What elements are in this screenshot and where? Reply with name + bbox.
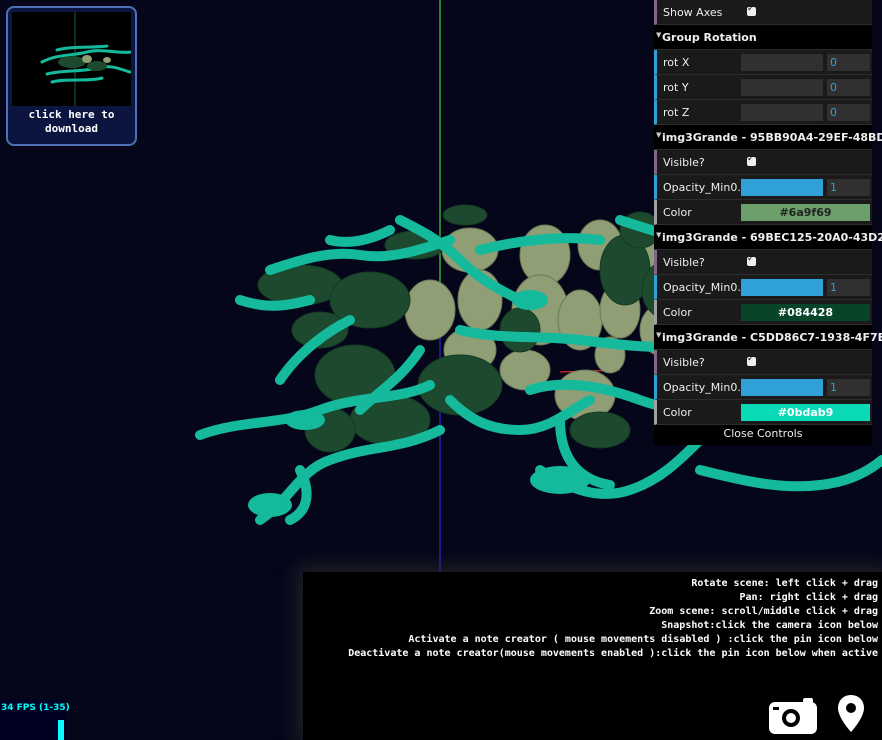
- opacity-label: Opacity_Min0.4: [663, 381, 748, 394]
- layer-2-opacity-slider[interactable]: [741, 279, 823, 296]
- download-thumbnail-button[interactable]: click here to download: [6, 6, 137, 146]
- rot-x-slider[interactable]: [741, 54, 823, 71]
- layer-title: img3Grande - 95BB90A4-29EF-48BD-: [662, 131, 882, 144]
- layer-1-visible-checkbox[interactable]: [747, 154, 756, 166]
- layer-3-visible-row[interactable]: Visible?: [654, 350, 872, 375]
- close-controls-button[interactable]: Close Controls: [654, 425, 872, 445]
- layer-3-color-row: Color #0bdab9: [654, 400, 872, 425]
- color-label: Color: [663, 206, 692, 219]
- rot-z-slider[interactable]: [741, 104, 823, 121]
- layer-1-opacity-input[interactable]: 1: [827, 179, 870, 196]
- layer-2-color-row: Color #084428: [654, 300, 872, 325]
- help-line: Pan: right click + drag: [739, 592, 878, 603]
- show-axes-checkbox[interactable]: [747, 4, 756, 16]
- help-line: Snapshot:click the camera icon below: [661, 620, 878, 631]
- layer-1-opacity-row: Opacity_Min0.4 1: [654, 175, 872, 200]
- rot-y-label: rot Y: [663, 81, 689, 94]
- visible-label: Visible?: [663, 156, 705, 169]
- folder-group-rotation[interactable]: ▼ Group Rotation: [654, 25, 872, 50]
- controls-panel: Show Axes ▼ Group Rotation rot X 0 rot Y…: [654, 0, 882, 445]
- layer-2-opacity-row: Opacity_Min0.4 1: [654, 275, 872, 300]
- fps-label: 34 FPS (1-35): [1, 703, 70, 713]
- rot-z-label: rot Z: [663, 106, 690, 119]
- layer-title: img3Grande - 69BEC125-20A0-43D2-: [662, 231, 882, 244]
- visible-label: Visible?: [663, 256, 705, 269]
- rot-y-row: rot Y 0: [654, 75, 872, 100]
- layer-2-opacity-input[interactable]: 1: [827, 279, 870, 296]
- triangle-down-icon: ▼: [656, 131, 662, 139]
- fps-graph: [2, 715, 66, 740]
- layer-3-opacity-slider[interactable]: [741, 379, 823, 396]
- layer-2-visible-row[interactable]: Visible?: [654, 250, 872, 275]
- help-line: Activate a note creator ( mouse movement…: [408, 634, 878, 645]
- layer-1-color-swatch[interactable]: #6a9f69: [741, 204, 870, 221]
- show-axes-label: Show Axes: [663, 6, 723, 19]
- layer-1-opacity-slider[interactable]: [741, 179, 823, 196]
- rot-x-row: rot X 0: [654, 50, 872, 75]
- layer-title: img3Grande - C5DD86C7-1938-4F7E-: [662, 331, 882, 344]
- rot-x-label: rot X: [663, 56, 690, 69]
- rot-y-input[interactable]: 0: [827, 79, 870, 96]
- help-line: Deactivate a note creator(mouse movement…: [348, 648, 878, 659]
- layer-2-color-swatch[interactable]: #084428: [741, 304, 870, 321]
- folder-layer-1[interactable]: ▼ img3Grande - 95BB90A4-29EF-48BD-: [654, 125, 882, 150]
- triangle-down-icon: ▼: [656, 331, 662, 339]
- layer-3-visible-checkbox[interactable]: [747, 354, 756, 366]
- rot-y-slider[interactable]: [741, 79, 823, 96]
- slider-fill: [741, 279, 823, 296]
- color-label: Color: [663, 406, 692, 419]
- opacity-label: Opacity_Min0.4: [663, 181, 748, 194]
- help-overlay: Rotate scene: left click + drag Pan: rig…: [303, 572, 882, 740]
- triangle-down-icon: ▼: [656, 31, 662, 39]
- opacity-label: Opacity_Min0.4: [663, 281, 748, 294]
- show-axes-row[interactable]: Show Axes: [654, 0, 872, 25]
- layer-2-visible-checkbox[interactable]: [747, 254, 756, 266]
- folder-layer-3[interactable]: ▼ img3Grande - C5DD86C7-1938-4F7E-: [654, 325, 882, 350]
- color-label: Color: [663, 306, 692, 319]
- visible-label: Visible?: [663, 356, 705, 369]
- slider-fill: [741, 179, 823, 196]
- layer-3-color-swatch[interactable]: #0bdab9: [741, 404, 870, 421]
- slider-fill: [741, 379, 823, 396]
- rot-z-row: rot Z 0: [654, 100, 872, 125]
- layer-3-opacity-input[interactable]: 1: [827, 379, 870, 396]
- folder-title: Group Rotation: [662, 31, 757, 44]
- layer-1-visible-row[interactable]: Visible?: [654, 150, 872, 175]
- scene-thumbnail-image: [12, 12, 131, 106]
- folder-layer-2[interactable]: ▼ img3Grande - 69BEC125-20A0-43D2-: [654, 225, 882, 250]
- triangle-down-icon: ▼: [656, 231, 662, 239]
- layer-3-opacity-row: Opacity_Min0.4 1: [654, 375, 872, 400]
- fps-meter[interactable]: 34 FPS (1-35): [0, 700, 70, 740]
- download-label: click here to download: [28, 108, 115, 135]
- rot-x-input[interactable]: 0: [827, 54, 870, 71]
- help-line: Rotate scene: left click + drag: [691, 578, 878, 589]
- camera-icon[interactable]: [769, 698, 817, 734]
- help-line: Zoom scene: scroll/middle click + drag: [649, 606, 878, 617]
- layer-1-color-row: Color #6a9f69: [654, 200, 872, 225]
- fps-graph-bar: [58, 720, 64, 740]
- rot-z-input[interactable]: 0: [827, 104, 870, 121]
- map-pin-icon[interactable]: [837, 694, 865, 734]
